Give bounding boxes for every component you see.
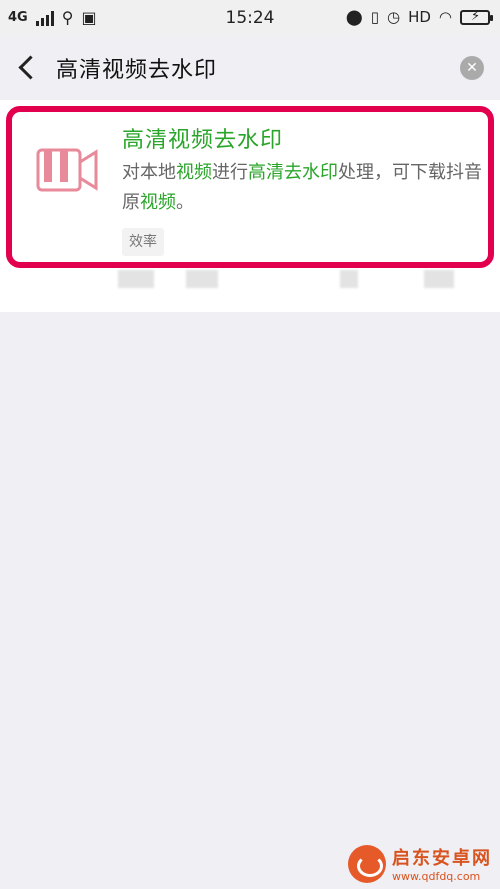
- alarm-icon: ◷: [386, 8, 401, 26]
- desc-highlight: 视频: [176, 162, 212, 183]
- result-description: 对本地视频进行高清去水印处理，可下载抖音原视频。: [122, 158, 482, 218]
- watermark-text: 启东安卓网 www.qdfdq.com: [392, 844, 492, 883]
- desc-highlight: 高清去水印: [248, 162, 338, 183]
- location-icon: ⬤: [345, 8, 363, 26]
- wifi-icon: ◠: [438, 8, 452, 26]
- app-icon: [26, 130, 106, 210]
- results-panel: 高清视频去水印 对本地视频进行高清去水印处理，可下载抖音原视频。 效率: [0, 100, 500, 312]
- desc-highlight: 视频: [140, 192, 176, 213]
- watermark-title: 启东安卓网: [392, 848, 492, 869]
- watermark-logo-icon: [348, 844, 386, 883]
- battery-icon: ⚡: [460, 9, 493, 25]
- desc-part: 进行: [212, 162, 248, 183]
- search-query[interactable]: 高清视频去水印: [56, 52, 217, 84]
- watermark: 启东安卓网 www.qdfdq.com: [348, 844, 492, 883]
- back-icon[interactable]: [16, 54, 38, 82]
- search-header: 高清视频去水印 ✕: [0, 36, 500, 100]
- clear-icon[interactable]: ✕: [460, 56, 484, 80]
- watermark-url: www.qdfdq.com: [392, 870, 481, 883]
- result-title[interactable]: 高清视频去水印: [122, 122, 283, 154]
- status-right: ⬤ ▯ ◷ HD ◠ ⚡: [345, 8, 493, 26]
- status-bar: 4G ⚲ ▣ 15:24 ⬤ ▯ ◷ HD ◠ ⚡: [0, 0, 500, 36]
- desc-part: 对本地: [122, 162, 176, 183]
- blurred-row: [0, 270, 500, 290]
- vibrate-icon: ▯: [370, 8, 379, 26]
- video-camera-icon: [36, 148, 98, 192]
- category-tag: 效率: [122, 228, 164, 256]
- result-card[interactable]: 高清视频去水印 对本地视频进行高清去水印处理，可下载抖音原视频。 效率: [6, 106, 494, 268]
- desc-part: 。: [176, 192, 194, 213]
- hd-label: HD: [408, 8, 431, 26]
